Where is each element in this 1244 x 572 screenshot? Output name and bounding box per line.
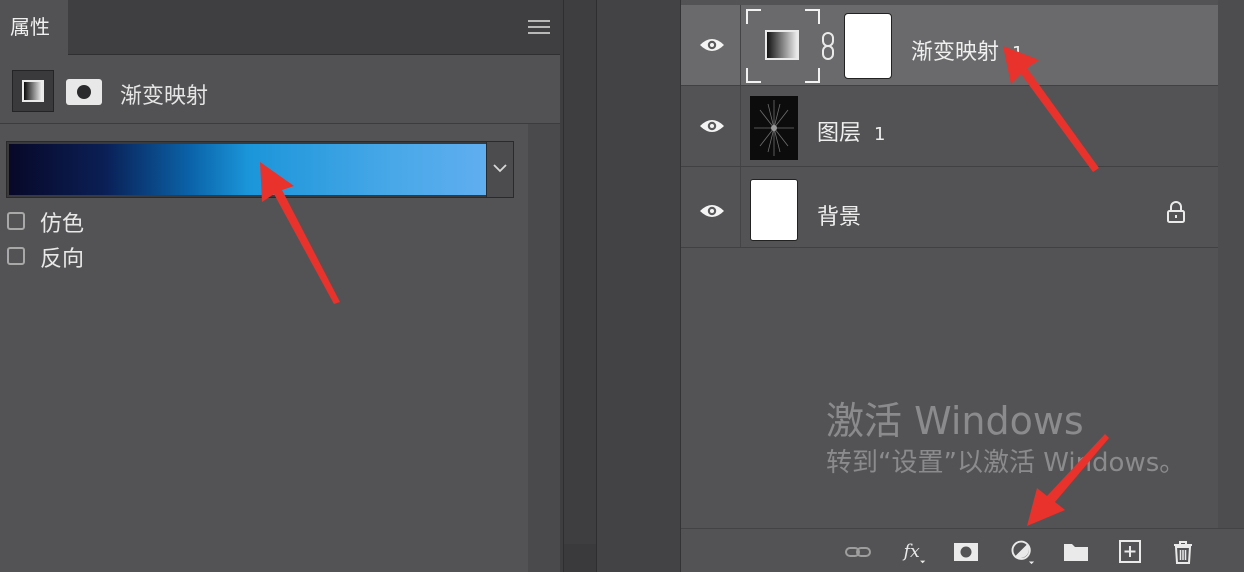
eye-visibility-icon[interactable] — [699, 202, 725, 220]
gradient-preview[interactable] — [9, 144, 487, 195]
layer-mask-icon[interactable] — [66, 79, 102, 105]
tab-properties-label: 属性 — [10, 15, 50, 39]
layer-thumbnail[interactable] — [750, 179, 798, 241]
eye-visibility-icon[interactable] — [699, 117, 725, 135]
new-adjustment-layer-icon[interactable] — [1007, 539, 1037, 565]
layer-row-gradient-map[interactable]: 渐变映射 1 — [681, 5, 1218, 86]
annotation-arrow-layer-name — [1003, 46, 1099, 172]
reverse-checkbox[interactable] — [7, 247, 25, 265]
fx-layer-style-icon[interactable]: fx — [899, 539, 929, 565]
annotation-arrow-gradient — [260, 162, 340, 304]
eye-visibility-icon[interactable] — [699, 36, 725, 54]
layers-footer-toolbar: fx — [681, 528, 1244, 572]
layer-name[interactable]: 图层 1 — [817, 115, 885, 147]
properties-title: 渐变映射 — [120, 84, 209, 109]
lock-icon[interactable] — [1166, 201, 1186, 223]
layer-name[interactable]: 背景 — [817, 199, 861, 231]
panel-divider — [560, 0, 680, 572]
properties-tab-bar — [0, 0, 560, 55]
gradient-map-icon[interactable] — [12, 70, 54, 112]
annotation-arrow-adjustment-button — [1027, 434, 1109, 526]
new-layer-icon[interactable] — [1115, 539, 1145, 565]
dither-label: 仿色 — [40, 212, 85, 237]
delete-trash-icon[interactable] — [1168, 539, 1198, 565]
dither-checkbox[interactable] — [7, 212, 25, 230]
layer-row-background[interactable]: 背景 — [681, 167, 1218, 248]
tab-properties[interactable]: 属性 — [0, 0, 68, 55]
adjustment-thumbnail[interactable] — [745, 8, 821, 84]
svg-text:fx: fx — [902, 542, 920, 562]
chevron-down-icon — [493, 164, 507, 173]
chain-link-icon[interactable] — [821, 32, 835, 60]
layers-scrollbar[interactable] — [1218, 0, 1244, 528]
layer-row-layer-1[interactable]: 图层 1 — [681, 86, 1218, 167]
layer-mask-thumbnail[interactable] — [844, 13, 892, 79]
layer-thumbnail[interactable] — [750, 96, 798, 160]
hamburger-menu-icon[interactable] — [528, 19, 550, 35]
reverse-label: 反向 — [40, 247, 85, 272]
gradient-dropdown-button[interactable] — [486, 142, 513, 197]
new-group-folder-icon[interactable] — [1061, 539, 1091, 565]
activation-watermark-subtitle: 转到“设置”以激活 Windows。 — [826, 448, 1186, 478]
add-mask-icon[interactable] — [951, 539, 981, 565]
link-layers-icon[interactable] — [843, 539, 873, 565]
properties-scrollbar[interactable] — [528, 124, 560, 572]
